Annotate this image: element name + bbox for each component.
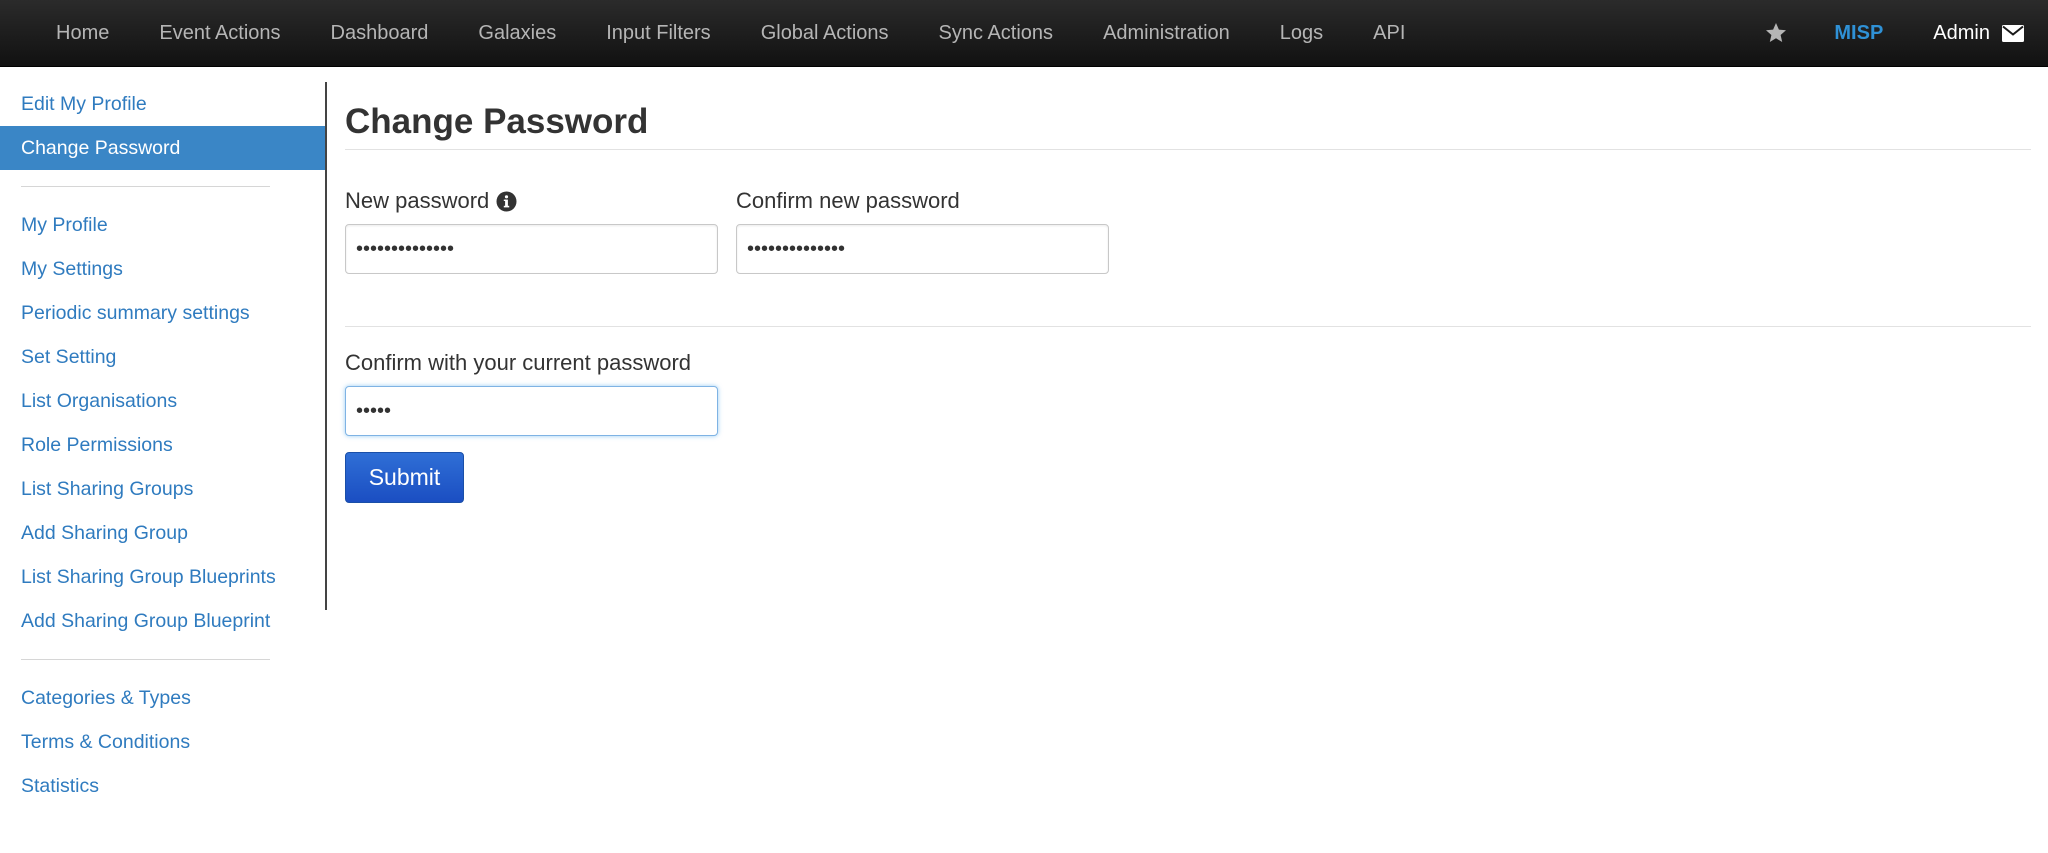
nav-item-galaxies[interactable]: Galaxies	[453, 0, 581, 66]
sidebar-group-account: Edit My Profile Change Password	[0, 82, 325, 170]
star-icon[interactable]	[1764, 20, 1790, 46]
sidebar-divider	[21, 186, 270, 187]
current-password-label: Confirm with your current password	[345, 350, 692, 375]
top-navbar: Home Event Actions Dashboard Galaxies In…	[0, 0, 2048, 67]
sidebar-item-periodic-summary-settings[interactable]: Periodic summary settings	[0, 291, 325, 335]
new-password-label: New password	[345, 188, 490, 213]
sidebar-item-edit-my-profile[interactable]: Edit My Profile	[0, 82, 325, 126]
title-divider	[345, 149, 2031, 150]
brand-link[interactable]: MISP	[1834, 22, 1883, 45]
current-password-group: Confirm with your current password	[345, 350, 2031, 436]
password-row: New password Confirm new password	[345, 188, 2031, 274]
sidebar-item-categories-types[interactable]: Categories & Types	[0, 676, 325, 720]
sidebar-item-my-profile[interactable]: My Profile	[0, 203, 325, 247]
sidebar-item-add-sharing-group[interactable]: Add Sharing Group	[0, 511, 325, 555]
confirm-new-password-label: Confirm new password	[736, 188, 960, 213]
sidebar-item-terms-conditions[interactable]: Terms & Conditions	[0, 720, 325, 764]
confirm-new-password-input[interactable]	[736, 224, 1109, 274]
nav-item-logs[interactable]: Logs	[1255, 0, 1348, 66]
section-divider	[345, 326, 2031, 327]
new-password-input[interactable]	[345, 224, 718, 274]
nav-menu: Home Event Actions Dashboard Galaxies In…	[0, 0, 1430, 66]
page-title: Change Password	[345, 102, 649, 141]
nav-item-dashboard[interactable]: Dashboard	[306, 0, 454, 66]
sidebar-group-info: Categories & Types Terms & Conditions St…	[0, 676, 325, 808]
nav-item-administration[interactable]: Administration	[1078, 0, 1255, 66]
sidebar: Edit My Profile Change Password My Profi…	[0, 82, 327, 797]
nav-item-event-actions[interactable]: Event Actions	[134, 0, 305, 66]
sidebar-item-list-sharing-group-blueprints[interactable]: List Sharing Group Blueprints	[0, 555, 325, 599]
sidebar-item-list-sharing-groups[interactable]: List Sharing Groups	[0, 467, 325, 511]
nav-item-api[interactable]: API	[1348, 0, 1430, 66]
nav-item-home[interactable]: Home	[31, 0, 134, 66]
new-password-group: New password	[345, 188, 718, 274]
sidebar-item-change-password[interactable]: Change Password	[0, 126, 325, 170]
nav-item-global-actions[interactable]: Global Actions	[736, 0, 914, 66]
user-menu[interactable]: Admin	[1933, 22, 1990, 45]
sidebar-item-add-sharing-group-blueprint[interactable]: Add Sharing Group Blueprint	[0, 599, 325, 643]
confirm-new-password-group: Confirm new password	[736, 188, 1109, 274]
nav-right: MISP Admin	[1764, 0, 2048, 66]
new-password-label-row: New password	[345, 188, 718, 214]
sidebar-item-list-organisations[interactable]: List Organisations	[0, 379, 325, 423]
submit-button[interactable]: Submit	[345, 452, 464, 503]
envelope-icon[interactable]	[2002, 24, 2024, 42]
nav-item-input-filters[interactable]: Input Filters	[581, 0, 735, 66]
sidebar-item-role-permissions[interactable]: Role Permissions	[0, 423, 325, 467]
sidebar-group-global: My Profile My Settings Periodic summary …	[0, 203, 325, 643]
sidebar-divider	[21, 659, 270, 660]
sidebar-item-statistics[interactable]: Statistics	[0, 764, 325, 808]
sidebar-item-set-setting[interactable]: Set Setting	[0, 335, 325, 379]
info-icon[interactable]	[496, 191, 517, 212]
current-password-input[interactable]	[345, 386, 718, 436]
main-content: Change Password New password Confirm n	[345, 82, 2031, 503]
sidebar-item-my-settings[interactable]: My Settings	[0, 247, 325, 291]
nav-item-sync-actions[interactable]: Sync Actions	[914, 0, 1079, 66]
